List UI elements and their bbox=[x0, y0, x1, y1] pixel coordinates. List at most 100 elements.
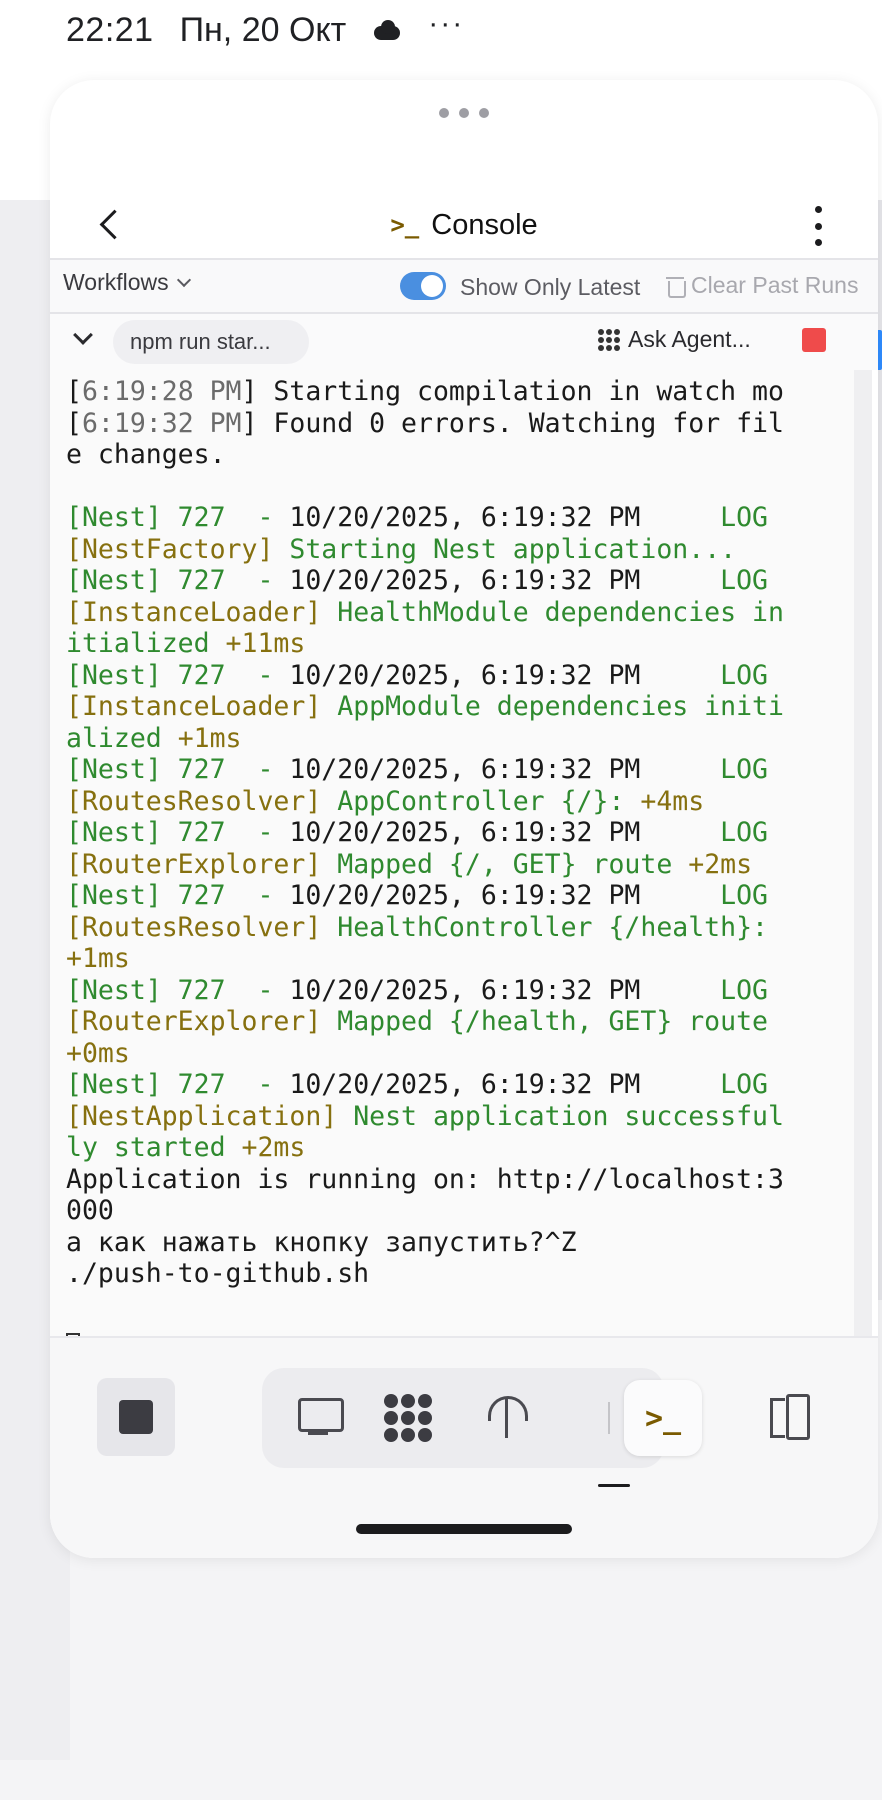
stop-run-button[interactable] bbox=[802, 328, 826, 352]
console-line: [NestFactory] Starting Nest application.… bbox=[66, 534, 850, 566]
console-line: [6:19:32 PM] Found 0 errors. Watching fo… bbox=[66, 408, 850, 440]
console-output[interactable]: [6:19:28 PM] Starting compilation in wat… bbox=[50, 370, 854, 1336]
console-line: +1ms bbox=[66, 943, 850, 975]
console-segment: [RouterExplorer] bbox=[66, 1006, 338, 1037]
console-segment: Nest application successful bbox=[353, 1100, 784, 1132]
console-segment: 10/20/2025, 6:19:32 PM bbox=[289, 880, 641, 911]
console-segment: AppController {/}: bbox=[337, 785, 641, 817]
status-time: 22:21 bbox=[66, 10, 154, 49]
console-segment: 000 bbox=[66, 1195, 114, 1226]
console-segment: LOG bbox=[640, 754, 769, 785]
console-line: [Nest] 727 - 10/20/2025, 6:19:32 PM LOG bbox=[66, 1069, 850, 1101]
chevron-down-icon bbox=[176, 272, 191, 287]
console-line: [RouterExplorer] Mapped {/health, GET} r… bbox=[66, 1006, 850, 1038]
chevron-down-icon[interactable] bbox=[73, 325, 93, 345]
monitor-icon[interactable] bbox=[288, 1386, 352, 1450]
show-only-latest-label: Show Only Latest bbox=[460, 274, 641, 300]
console-line: [6:19:28 PM] Starting compilation in wat… bbox=[66, 376, 850, 408]
workflows-dropdown[interactable]: Workflows bbox=[63, 269, 191, 296]
console-segment: 10/20/2025, 6:19:32 PM bbox=[289, 1069, 641, 1100]
console-segment: [Nest] 727 - bbox=[66, 974, 290, 1006]
console-line: а как нажать кнопку запустить?^Z bbox=[66, 1227, 850, 1259]
console-segment: [NestApplication] bbox=[66, 1100, 354, 1132]
console-line: [Nest] 727 - 10/20/2025, 6:19:32 PM LOG bbox=[66, 817, 850, 849]
console-segment: LOG bbox=[640, 880, 769, 911]
console-segment: [RoutesResolver] bbox=[66, 785, 338, 817]
console-line: itialized +11ms bbox=[66, 628, 850, 660]
console-segment: HealthController {/health}: bbox=[337, 911, 769, 943]
console-line: 000 bbox=[66, 1195, 850, 1227]
console-segment: alized bbox=[66, 722, 178, 754]
console-line: e changes. bbox=[66, 439, 850, 471]
console-line: [RouterExplorer] Mapped {/, GET} route +… bbox=[66, 849, 850, 881]
console-segment: itialized bbox=[66, 628, 226, 659]
console-line: +0ms bbox=[66, 1038, 850, 1070]
console-line: ./push-to-github.sh bbox=[66, 1258, 850, 1290]
split-view-icon[interactable] bbox=[764, 1392, 812, 1440]
run-command-pill[interactable]: npm run star... bbox=[113, 320, 309, 364]
console-segment: [Nest] 727 - bbox=[66, 565, 290, 596]
console-segment: [InstanceLoader] bbox=[66, 691, 338, 722]
console-segment: 6:19:32 PM bbox=[81, 407, 242, 439]
console-segment: LOG bbox=[640, 1069, 769, 1100]
console-line: Application is running on: http://localh… bbox=[66, 1164, 850, 1196]
console-segment: 10/20/2025, 6:19:32 PM bbox=[289, 502, 641, 533]
replit-window: >_ Console Workflows Show Only Latest Cl… bbox=[50, 80, 878, 1558]
terminal-icon[interactable]: >_ bbox=[624, 1380, 702, 1456]
console-segment: 10/20/2025, 6:19:32 PM bbox=[289, 817, 641, 848]
console-segment: [NestFactory] bbox=[66, 533, 290, 565]
console-segment: +1ms bbox=[177, 722, 242, 754]
console-segment: [RouterExplorer] bbox=[66, 848, 338, 880]
console-segment: +2ms bbox=[241, 1132, 306, 1163]
console-line: [RoutesResolver] AppController {/}: +4ms bbox=[66, 786, 850, 818]
console-line: ly started +2ms bbox=[66, 1132, 850, 1164]
console-segment: [Nest] 727 - bbox=[66, 659, 290, 691]
console-segment: 10/20/2025, 6:19:32 PM bbox=[289, 974, 641, 1006]
console-segment: [Nest] 727 - bbox=[66, 880, 290, 911]
console-line: alized +1ms bbox=[66, 723, 850, 755]
home-indicator[interactable] bbox=[356, 1524, 572, 1534]
agent-icon bbox=[598, 328, 620, 351]
console-scrollbar[interactable] bbox=[854, 370, 872, 1336]
agent-icon[interactable] bbox=[378, 1386, 442, 1450]
console-segment: [RoutesResolver] bbox=[66, 911, 338, 943]
ask-agent-label: Ask Agent... bbox=[628, 326, 751, 352]
console-segment: ly started bbox=[66, 1132, 242, 1163]
console-line: [NestApplication] Nest application succe… bbox=[66, 1101, 850, 1133]
show-only-latest-toggle[interactable] bbox=[400, 272, 446, 300]
console-segment: +4ms bbox=[640, 785, 705, 817]
clear-past-runs-button[interactable]: Clear Past Runs bbox=[666, 272, 859, 299]
workflows-label: Workflows bbox=[63, 269, 169, 295]
console-line: [Nest] 727 - 10/20/2025, 6:19:32 PM LOG bbox=[66, 754, 850, 786]
console-segment: +11ms bbox=[225, 628, 306, 659]
console-line: [InstanceLoader] HealthModule dependenci… bbox=[66, 597, 850, 629]
console-segment: +1ms bbox=[66, 943, 130, 974]
console-line: [Nest] 727 - 10/20/2025, 6:19:32 PM LOG bbox=[66, 660, 850, 692]
console-line: [Nest] 727 - 10/20/2025, 6:19:32 PM LOG bbox=[66, 880, 850, 912]
bottom-toolbar: >_ bbox=[50, 1338, 878, 1558]
tool-separator bbox=[608, 1402, 610, 1434]
deploy-icon[interactable] bbox=[476, 1386, 540, 1450]
console-segment: [Nest] 727 - bbox=[66, 502, 290, 533]
active-tab-indicator bbox=[598, 1484, 630, 1487]
console-segment: HealthModule dependencies in bbox=[337, 596, 784, 628]
console-segment: LOG bbox=[640, 817, 769, 848]
ask-agent-button[interactable]: Ask Agent... bbox=[598, 326, 751, 353]
console-line: [InstanceLoader] AppModule dependencies … bbox=[66, 691, 850, 723]
tool-switcher: >_ bbox=[262, 1368, 702, 1468]
console-segment: Application is running on: http://localh… bbox=[66, 1163, 784, 1195]
trash-icon bbox=[666, 276, 686, 298]
console-text: [6:19:28 PM] Starting compilation in wat… bbox=[66, 376, 850, 1336]
stop-square-icon[interactable] bbox=[97, 1378, 175, 1456]
clear-past-runs-label: Clear Past Runs bbox=[691, 272, 859, 298]
console-line: [Nest] 727 - 10/20/2025, 6:19:32 PM LOG bbox=[66, 502, 850, 534]
window-drag-handle[interactable] bbox=[50, 108, 878, 118]
console-segment: LOG bbox=[640, 565, 769, 596]
console-segment: [Nest] 727 - bbox=[66, 1069, 290, 1100]
kebab-menu-icon[interactable] bbox=[812, 206, 824, 246]
console-line: [RoutesResolver] HealthController {/heal… bbox=[66, 912, 850, 944]
console-segment: Starting Nest application... bbox=[289, 533, 737, 565]
console-segment: +2ms bbox=[688, 848, 753, 880]
